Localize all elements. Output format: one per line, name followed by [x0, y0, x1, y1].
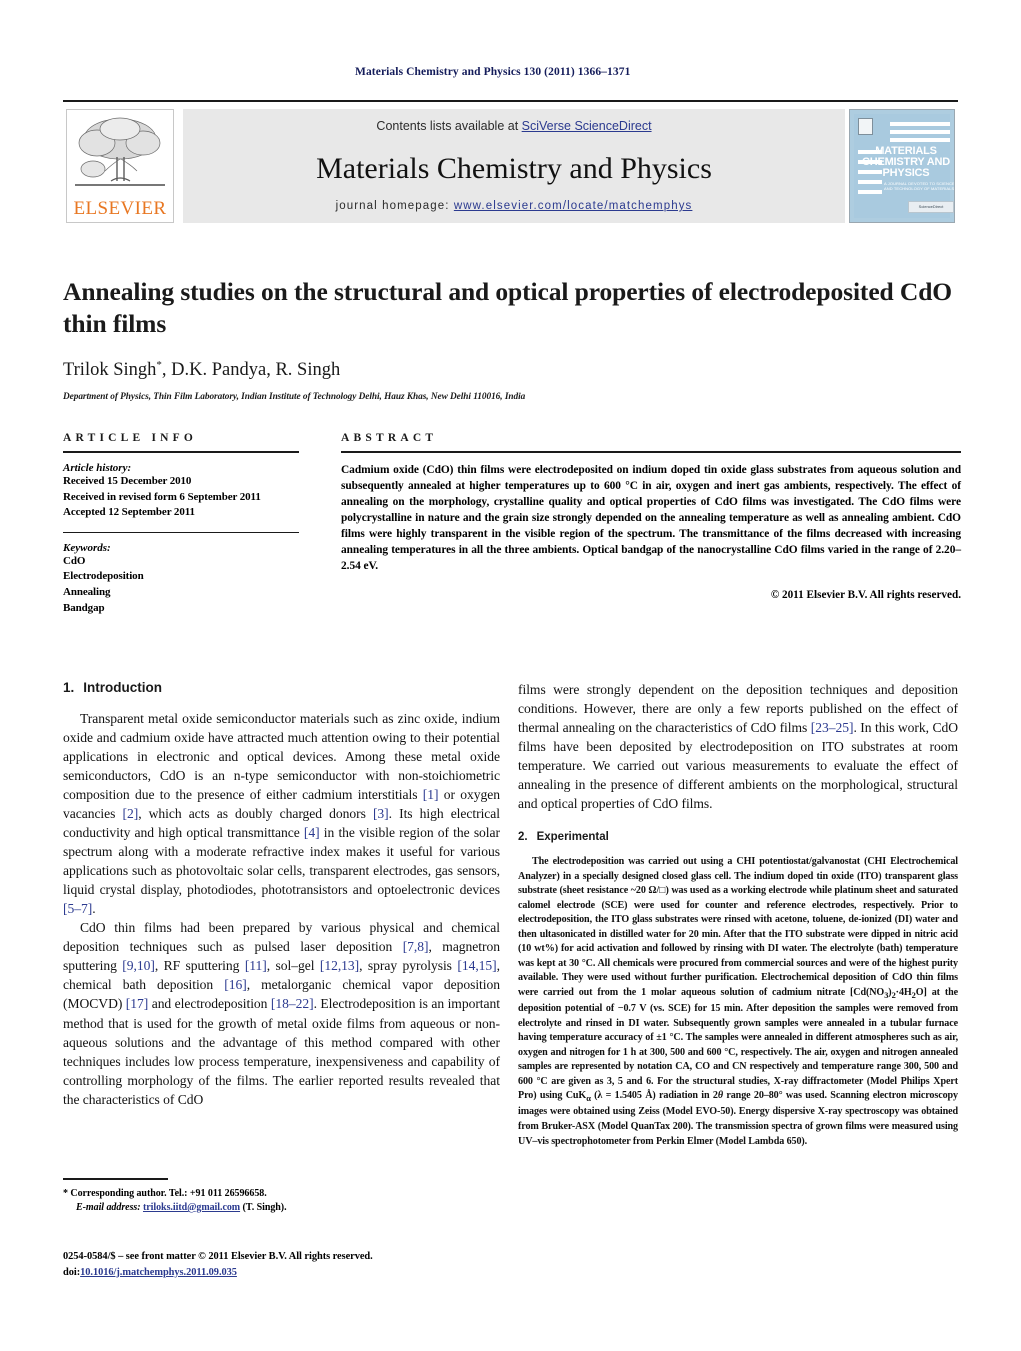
keyword-item: Bandgap	[63, 601, 105, 614]
cover-footer-badge: ScienceDirect	[908, 201, 954, 213]
banner-top-rule	[63, 100, 958, 102]
intro-paragraph-1: Transparent metal oxide semiconductor ma…	[63, 711, 501, 917]
elsevier-tree-icon	[75, 117, 165, 186]
journal-cover-thumbnail: MATERIALS CHEMISTRY AND PHYSICS A JOURNA…	[849, 109, 955, 223]
cover-bar	[858, 160, 882, 164]
intro-paragraph-2: CdO thin films had been prepared by vari…	[63, 920, 500, 1107]
cover-bar	[890, 130, 950, 134]
footnote-block: * Corresponding author. Tel.: +91 011 26…	[63, 1178, 500, 1216]
corresponding-author-text: Corresponding author. Tel.: +91 011 2659…	[70, 1187, 267, 1199]
imprint-doi-line: doi:10.1016/j.matchemphys.2011.09.035	[63, 1265, 500, 1281]
affiliation: Department of Physics, Thin Film Laborat…	[63, 392, 526, 403]
article-history-received: Received 15 December 2010	[63, 475, 192, 487]
author-list: Trilok Singh*, D.K. Pandya, R. Singh	[63, 359, 961, 381]
doi-link[interactable]: 10.1016/j.matchemphys.2011.09.035	[80, 1267, 237, 1278]
journal-banner: ELSEVIER Contents lists available at Sci…	[63, 100, 958, 228]
article-info-rule	[63, 451, 299, 453]
body-left-column: 1. Introduction Transparent metal oxide s…	[63, 680, 500, 1109]
cover-bar	[858, 180, 882, 184]
cover-bar	[858, 150, 882, 154]
banner-center-panel: Contents lists available at SciVerse Sci…	[183, 109, 845, 223]
article-info-heading: ARTICLE INFO	[63, 432, 198, 444]
footnote-rule	[63, 1178, 168, 1180]
title-block: Annealing studies on the structural and …	[63, 276, 961, 402]
imprint-block: 0254-0584/$ – see front matter © 2011 El…	[63, 1249, 500, 1280]
section-title: Experimental	[536, 831, 609, 844]
article-history-revised: Received in revised form 6 September 201…	[63, 490, 261, 503]
email-suffix: (T. Singh).	[242, 1202, 287, 1213]
sciencedirect-link[interactable]: SciVerse ScienceDirect	[522, 119, 652, 133]
cover-subtitle: A JOURNAL DEVOTED TO SCIENCE AND TECHNOL…	[884, 181, 955, 192]
cover-bar	[890, 138, 950, 142]
keyword-item: CdO	[63, 554, 86, 567]
keywords-label: Keywords:	[63, 541, 111, 554]
abstract-heading: ABSTRACT	[341, 432, 438, 444]
section-heading-experimental: 2. Experimental	[518, 831, 958, 843]
elsevier-wordmark: ELSEVIER	[73, 198, 167, 219]
running-head: Materials Chemistry and Physics 130 (201…	[355, 66, 631, 78]
cover-bar	[890, 122, 950, 126]
journal-homepage-link[interactable]: www.elsevier.com/locate/matchemphys	[454, 200, 693, 212]
doi-label: doi:	[63, 1266, 81, 1278]
abstract-text: Cadmium oxide (CdO) thin films were elec…	[341, 464, 961, 572]
cover-publisher-badge	[858, 118, 873, 135]
keyword-item: Electrodeposition	[63, 570, 144, 583]
cover-inner: MATERIALS CHEMISTRY AND PHYSICS A JOURNA…	[854, 114, 954, 218]
email-note: E-mail address: triloks.iitd@gmail.com (…	[63, 1201, 500, 1216]
abstract-copyright: © 2011 Elsevier B.V. All rights reserved…	[770, 588, 961, 601]
imprint-front-matter: 0254-0584/$ – see front matter © 2011 El…	[63, 1251, 373, 1262]
authors-text: Trilok Singh*, D.K. Pandya, R. Singh	[63, 359, 341, 381]
article-history-label: Article history:	[63, 462, 132, 474]
article-info-column: ARTICLE INFO Article history: Received 1…	[63, 432, 299, 616]
journal-title: Materials Chemistry and Physics	[316, 152, 712, 185]
cover-bar	[858, 170, 882, 174]
homepage-prefix: journal homepage:	[335, 200, 454, 212]
intro-paragraph-2-continued: films were strongly dependent on the dep…	[518, 682, 958, 812]
contents-list-line: Contents lists available at SciVerse Sci…	[183, 119, 845, 133]
email-label: E-mail address:	[76, 1202, 141, 1213]
corresponding-author-note: * Corresponding author. Tel.: +91 011 26…	[63, 1187, 500, 1202]
paper-page: Materials Chemistry and Physics 130 (201…	[0, 0, 1021, 1351]
abstract-rule	[341, 451, 961, 453]
body-right-column: films were strongly dependent on the dep…	[518, 680, 958, 1149]
article-history-accepted: Accepted 12 September 2011	[63, 506, 195, 519]
contents-prefix: Contents lists available at	[376, 119, 522, 133]
experimental-paragraph-1: The electrodeposition was carried out us…	[518, 856, 958, 1147]
journal-homepage-line: journal homepage: www.elsevier.com/locat…	[183, 200, 845, 212]
abstract-column: ABSTRACT Cadmium oxide (CdO) thin films …	[341, 432, 961, 601]
section-number: 1.	[63, 680, 75, 695]
section-title: Introduction	[83, 680, 162, 695]
email-link[interactable]: triloks.iitd@gmail.com	[143, 1202, 240, 1213]
elsevier-logo: ELSEVIER	[66, 109, 174, 223]
keywords-rule	[63, 531, 299, 533]
footnote-marker: *	[63, 1187, 68, 1199]
page-title: Annealing studies on the structural and …	[63, 277, 953, 338]
section-number: 2.	[518, 831, 528, 844]
cover-bar	[858, 190, 882, 194]
section-heading-introduction: 1. Introduction	[63, 680, 500, 695]
keyword-item: Annealing	[63, 586, 111, 599]
